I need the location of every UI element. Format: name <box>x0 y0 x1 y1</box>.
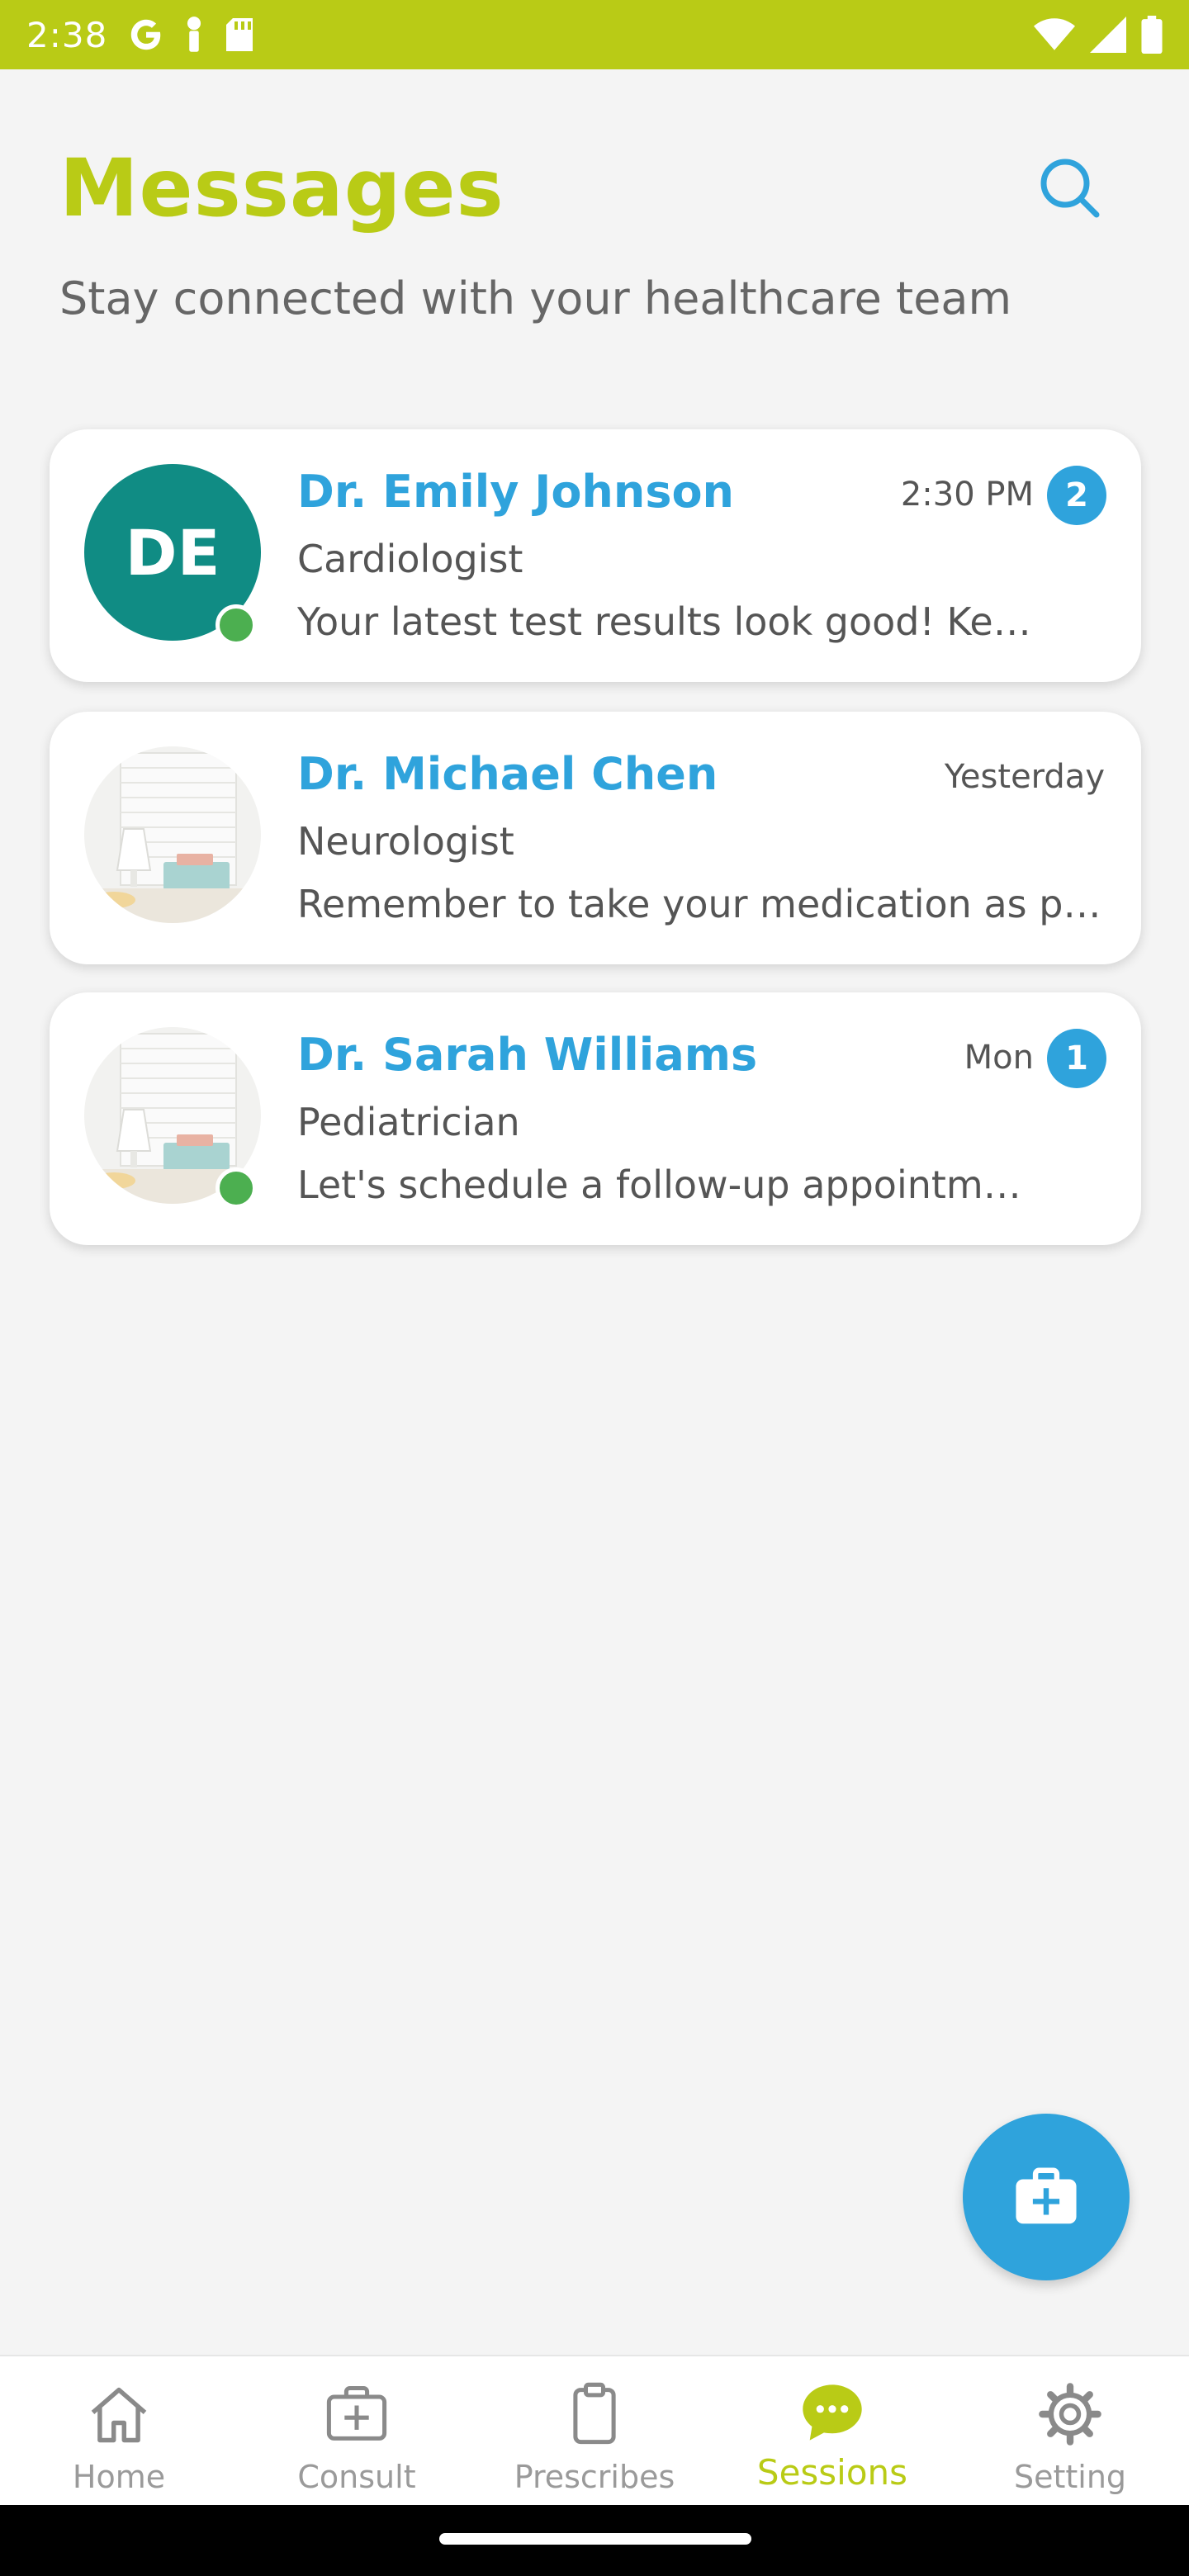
gear-icon <box>1039 2383 1101 2446</box>
search-button[interactable] <box>1037 155 1103 221</box>
clipboard-icon <box>573 2382 616 2445</box>
nav-item-home[interactable]: Home <box>0 2356 238 2507</box>
page-title: Messages <box>59 142 504 234</box>
status-right-icons <box>1034 16 1163 54</box>
message-time: Mon <box>964 1039 1034 1077</box>
doctor-name: Dr. Emily Johnson <box>297 466 735 518</box>
doctor-name: Dr. Sarah Williams <box>297 1029 758 1081</box>
online-status-dot <box>216 1167 257 1209</box>
status-bar: 2:38 <box>0 0 1189 69</box>
nav-item-setting[interactable]: Setting <box>951 2356 1189 2507</box>
doctor-name: Dr. Michael Chen <box>297 748 718 800</box>
message-preview: Let's schedule a follow-up appointment n… <box>297 1163 1032 1207</box>
nav-label: Prescribes <box>514 2459 675 2495</box>
status-left-icons <box>127 16 256 54</box>
avatar-initials: DE <box>125 515 220 590</box>
doctor-specialty: Pediatrician <box>297 1100 520 1144</box>
doctor-photo <box>84 746 261 923</box>
nav-label: Home <box>72 2459 166 2495</box>
conversation-card-emily-johnson[interactable]: DE Dr. Emily Johnson 2:30 PM 2 Cardiolog… <box>50 429 1141 682</box>
chat-bubble-icon <box>803 2384 862 2441</box>
nav-label: Consult <box>297 2459 416 2495</box>
signal-icon <box>1090 17 1126 53</box>
unread-badge: 1 <box>1047 1029 1106 1088</box>
nav-item-sessions[interactable]: Sessions <box>713 2356 951 2507</box>
message-preview: Remember to take your medication as pres… <box>297 882 1106 926</box>
page-subtitle: Stay connected with your healthcare team <box>59 272 1012 324</box>
battery-icon <box>1141 16 1163 54</box>
online-status-dot <box>216 604 257 646</box>
nav-label: Sessions <box>756 2452 908 2493</box>
conversation-card-sarah-williams[interactable]: Dr. Sarah Williams Mon 1 Pediatrician Le… <box>50 992 1141 1245</box>
message-time: 2:30 PM <box>900 476 1034 514</box>
doctor-specialty: Cardiologist <box>297 537 523 581</box>
doctor-specialty: Neurologist <box>297 819 514 864</box>
nav-item-prescribes[interactable]: Prescribes <box>476 2356 713 2507</box>
nav-label: Setting <box>1013 2459 1127 2495</box>
message-preview: Your latest test results look good! Keep… <box>297 599 1032 644</box>
bottom-navigation: Home Consult Prescribes Sessions Setting <box>0 2355 1189 2505</box>
wifi-icon <box>1034 18 1075 50</box>
consult-icon <box>326 2385 387 2441</box>
unread-badge: 2 <box>1047 466 1106 525</box>
search-icon <box>1040 159 1100 218</box>
notification-icon <box>187 17 201 52</box>
medical-kit-icon <box>1016 2167 1077 2224</box>
avatar <box>84 746 261 923</box>
nav-item-consult[interactable]: Consult <box>238 2356 476 2507</box>
home-icon <box>91 2387 147 2443</box>
conversation-card-michael-chen[interactable]: Dr. Michael Chen Yesterday Neurologist R… <box>50 712 1141 964</box>
message-time: Yesterday <box>944 758 1105 796</box>
gesture-handle[interactable] <box>439 2533 751 2545</box>
new-consultation-fab[interactable] <box>963 2114 1130 2280</box>
sd-card-icon <box>226 18 253 51</box>
status-time: 2:38 <box>26 14 108 55</box>
google-icon <box>131 19 161 50</box>
